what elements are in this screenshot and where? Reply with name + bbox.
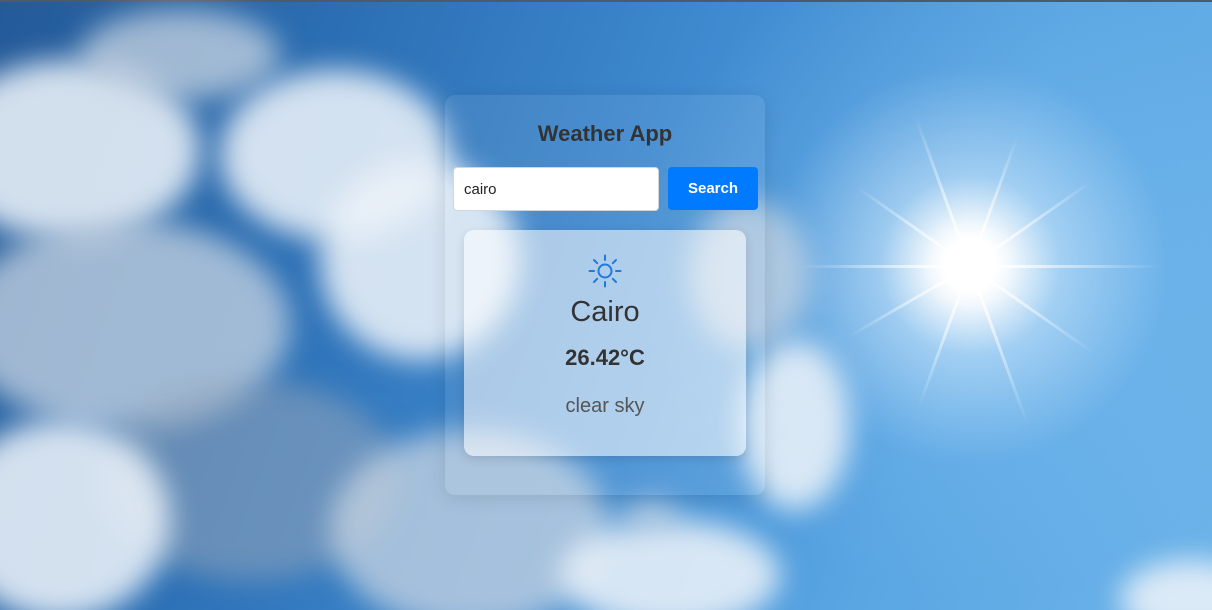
sun-icon [587,253,623,289]
weather-description: clear sky [565,395,645,417]
sun-ray [848,265,971,338]
sun-ray [969,179,1094,268]
sun-ray [969,265,1094,354]
city-search-input[interactable] [453,167,659,211]
sun-ray [968,265,1030,427]
cloud [1120,560,1212,610]
weather-app-container: Weather App Search Cairo 26.42°C clear s… [445,95,765,495]
sun-ray [970,265,1160,268]
cloud [80,10,280,100]
city-name: Cairo [570,296,640,328]
sun-ray [917,265,972,408]
search-button[interactable]: Search [668,167,758,210]
cloud [620,500,680,530]
sun-ray [800,265,970,268]
sun-ray [913,115,972,268]
window-top-border [0,0,1212,2]
temperature: 26.42°C [565,345,645,370]
app-title: Weather App [537,121,673,146]
weather-card: Cairo 26.42°C clear sky [464,230,746,456]
